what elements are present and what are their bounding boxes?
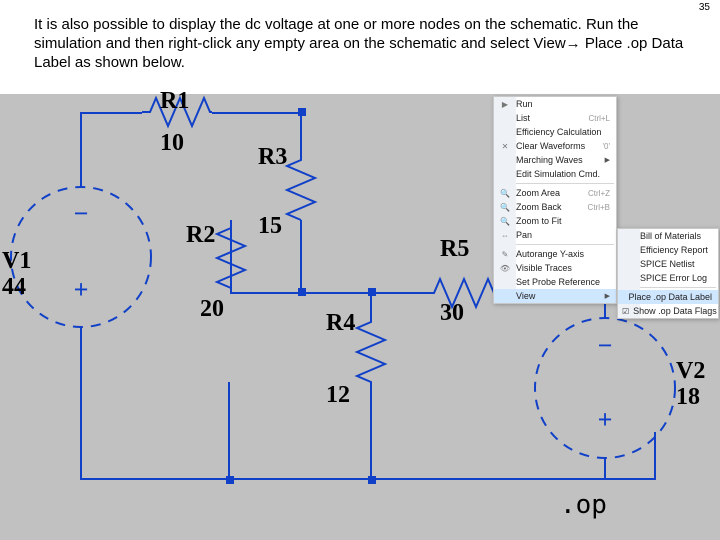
label-r3: R3 (258, 144, 287, 171)
submenu-item[interactable]: ☑Show .op Data Flags (618, 304, 718, 318)
view-submenu[interactable]: Bill of Materials Efficiency Report SPICE … (617, 228, 719, 319)
menu-separator (516, 183, 614, 184)
menu-icon: 🔍 (498, 189, 512, 198)
menu-item[interactable]: ▶Run (494, 97, 616, 111)
label-r5: R5 (440, 236, 469, 263)
svg-text:−: − (598, 331, 613, 360)
menu-label: Set Probe Reference (512, 277, 610, 287)
instruction-text: It is also possible to display the dc vo… (34, 16, 692, 72)
menu-label: SPICE Error Log (636, 273, 712, 283)
menu-item[interactable]: ✕Clear Waveforms'0' (494, 139, 616, 153)
menu-separator (640, 287, 716, 288)
arrow-icon: → (566, 35, 581, 52)
value-v2: 18 (676, 384, 700, 411)
menu-label: Autorange Y-axis (512, 249, 610, 259)
submenu-arrow-icon: ▶ (599, 292, 610, 300)
menu-item[interactable]: 🔍Zoom BackCtrl+B (494, 200, 616, 214)
menu-label: Clear Waveforms (512, 141, 594, 151)
menu-label: Zoom Area (512, 188, 580, 198)
menu-icon: 🔍 (498, 217, 512, 226)
page-number: 35 (699, 2, 710, 13)
label-r2: R2 (186, 222, 215, 249)
menu-label: Efficiency Calculation (512, 127, 610, 137)
menu-item[interactable]: 🔍Zoom AreaCtrl+Z (494, 186, 616, 200)
menu-label: Marching Waves (512, 155, 599, 165)
submenu-item[interactable]: SPICE Error Log (618, 271, 718, 285)
value-r3: 15 (258, 213, 282, 240)
menu-item[interactable]: Efficiency Calculation (494, 125, 616, 139)
menu-icon: 👁 (498, 264, 512, 273)
schematic-canvas[interactable]: − + − + R1 10 R3 15 R2 20 R4 12 R5 30 V1… (0, 94, 720, 540)
value-r4: 12 (326, 382, 350, 409)
svg-text:+: + (598, 405, 613, 434)
value-r2: 20 (200, 296, 224, 323)
menu-item[interactable]: View▶ (494, 289, 616, 303)
submenu-item[interactable]: Bill of Materials (618, 229, 718, 243)
value-v1: 44 (2, 274, 26, 301)
menu-label: SPICE Netlist (636, 259, 712, 269)
svg-text:+: + (74, 275, 89, 304)
menu-icon: ✕ (498, 142, 512, 151)
menu-item[interactable]: Marching Waves▶ (494, 153, 616, 167)
menu-icon: ☑ (622, 307, 629, 316)
menu-label: Visible Traces (512, 263, 610, 273)
submenu-item[interactable]: Place .op Data Label (618, 290, 718, 304)
menu-shortcut: Ctrl+B (580, 203, 610, 212)
menu-item[interactable]: 👁Visible Traces (494, 261, 616, 275)
submenu-item[interactable]: SPICE Netlist (618, 257, 718, 271)
spice-directive: .op (560, 490, 607, 520)
menu-icon: 🔍 (498, 203, 512, 212)
label-r4: R4 (326, 310, 355, 337)
menu-label: Bill of Materials (636, 231, 712, 241)
label-v2: V2 (676, 358, 705, 385)
submenu-arrow-icon: ▶ (599, 156, 610, 164)
menu-item[interactable]: Set Probe Reference (494, 275, 616, 289)
menu-separator (516, 244, 614, 245)
menu-item[interactable]: ✎Autorange Y-axis (494, 247, 616, 261)
menu-icon: ⇔ (498, 231, 512, 240)
menu-label: List (512, 113, 580, 123)
submenu-item[interactable]: Efficiency Report (618, 243, 718, 257)
menu-icon: ▶ (498, 100, 512, 109)
menu-item[interactable]: 🔍Zoom to Fit (494, 214, 616, 228)
menu-label: Edit Simulation Cmd. (512, 169, 610, 179)
menu-item[interactable]: ⇔Pan (494, 228, 616, 242)
svg-text:−: − (74, 199, 89, 228)
menu-label: Efficiency Report (636, 245, 712, 255)
value-r1: 10 (160, 130, 184, 157)
menu-label: Pan (512, 230, 610, 240)
menu-label: Show .op Data Flags (629, 306, 717, 316)
menu-item[interactable]: ListCtrl+L (494, 111, 616, 125)
label-r1: R1 (160, 88, 189, 115)
menu-label: View (512, 291, 599, 301)
menu-shortcut: Ctrl+Z (580, 189, 610, 198)
menu-icon: ✎ (498, 250, 512, 259)
context-menu[interactable]: ▶RunListCtrl+LEfficiency Calculation✕Cle… (493, 96, 617, 304)
value-r5: 30 (440, 300, 464, 327)
menu-label: Place .op Data Label (624, 292, 712, 302)
label-v1: V1 (2, 248, 31, 275)
menu-label: Run (512, 99, 610, 109)
instruction-text-main: It is also possible to display the dc vo… (34, 16, 639, 52)
menu-item[interactable]: Edit Simulation Cmd. (494, 167, 616, 181)
menu-shortcut: '0' (594, 142, 610, 151)
menu-shortcut: Ctrl+L (580, 114, 610, 123)
menu-label: Zoom Back (512, 202, 580, 212)
menu-label: Zoom to Fit (512, 216, 610, 226)
